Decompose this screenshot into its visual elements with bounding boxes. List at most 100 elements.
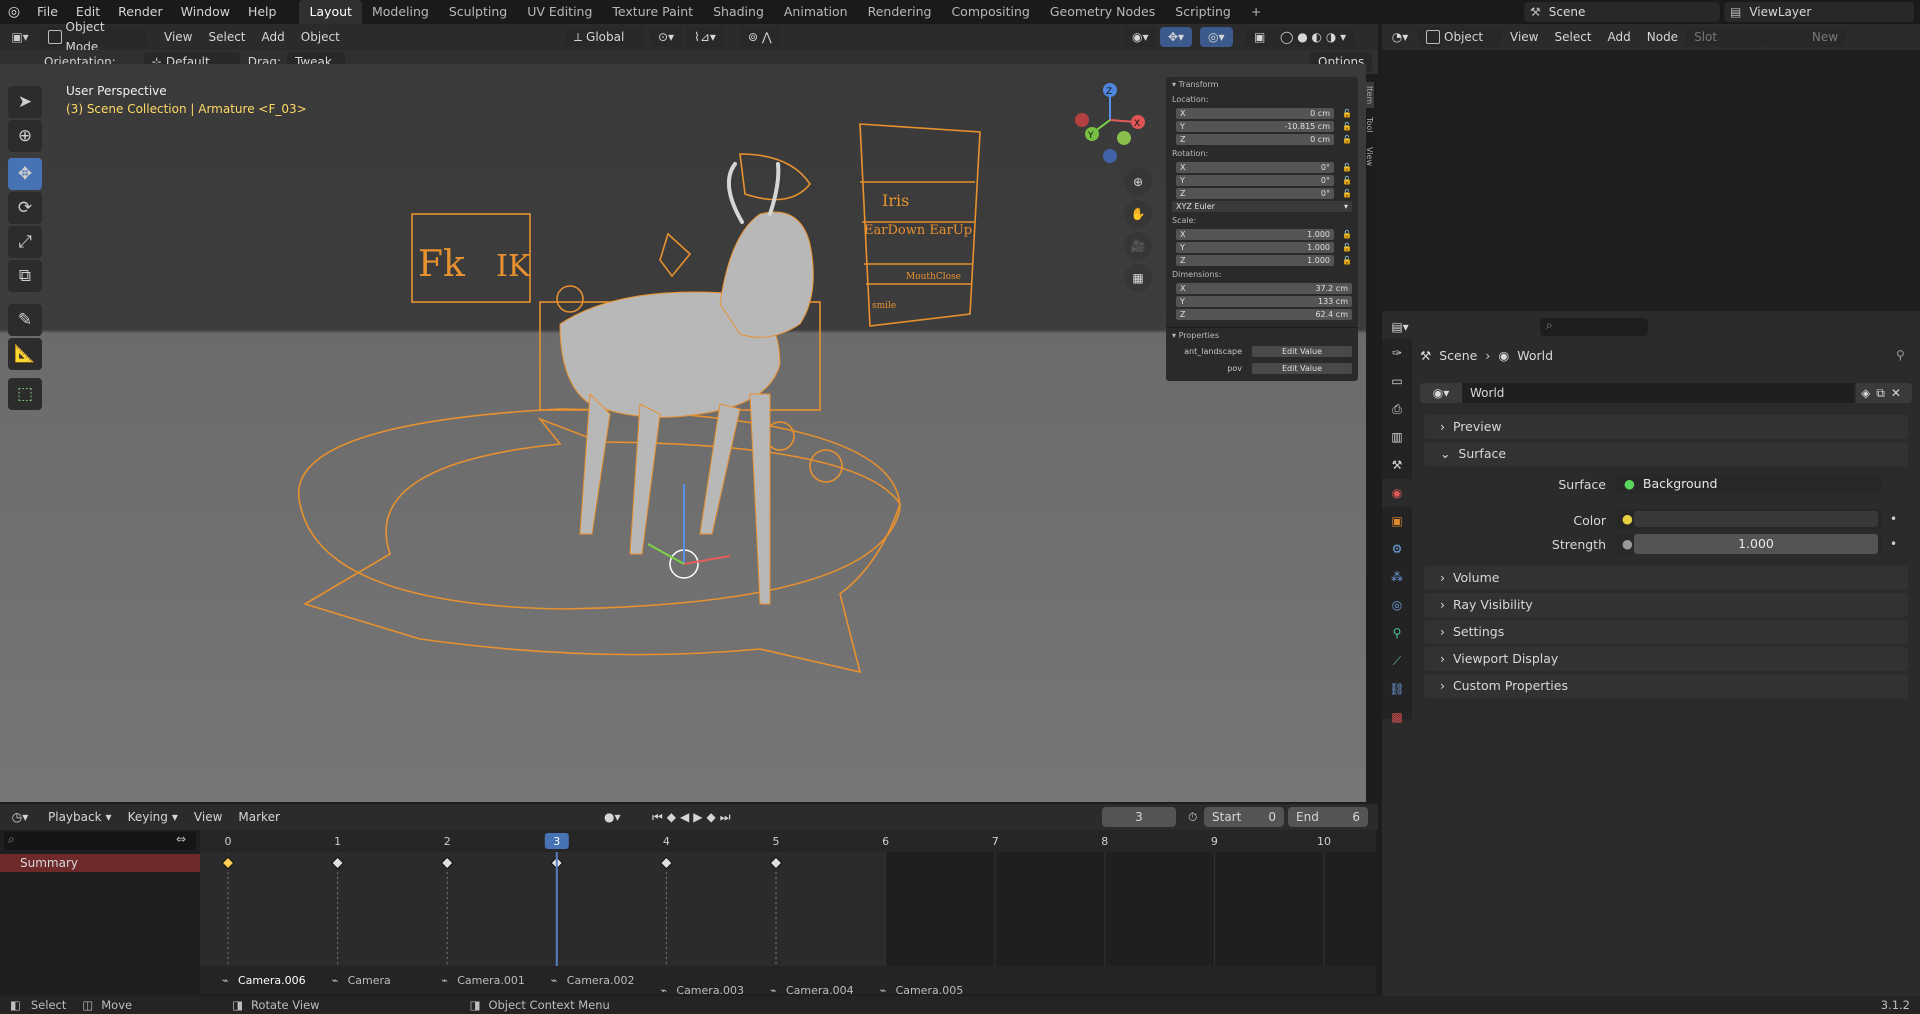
menu-file[interactable]: File [28,0,67,24]
menu-view[interactable]: View [156,27,200,47]
camera-marker-icon[interactable]: ⌁ [332,974,339,987]
lock-icon[interactable]: 🔓 [1334,163,1352,172]
color-field[interactable]: ● [1616,509,1882,529]
menu-add[interactable]: Add [254,27,293,47]
surface-shader-dropdown[interactable]: ● Background [1616,474,1882,494]
edit-value-button[interactable]: Edit Value [1252,363,1352,374]
rotation-y-field[interactable]: Y 0° [1176,175,1334,186]
view-layer-selector[interactable]: ▤ ViewLayer [1724,2,1914,22]
current-frame-field[interactable]: 3 [1102,807,1176,827]
world-name-field[interactable]: World [1462,383,1854,403]
menu-object[interactable]: Object [293,27,348,47]
overlay-toggle[interactable]: ◎▾ [1200,27,1233,47]
camera-marker-icon[interactable]: ⌁ [441,974,448,987]
edit-value-button[interactable]: Edit Value [1252,346,1352,357]
menu-marker[interactable]: Marker [230,807,287,827]
location-y-field[interactable]: Y -10.815 cm [1176,121,1334,132]
world-actions[interactable]: ◈⧉✕ [1856,383,1912,403]
rotation-x-field[interactable]: X 0° [1176,162,1334,173]
rotation-mode-dropdown[interactable]: XYZ Euler ▾ [1172,201,1352,212]
lock-icon[interactable]: 🔓 [1334,256,1352,265]
dimensions-z-field[interactable]: Z 62.4 cm [1176,309,1352,320]
camera-marker-label[interactable]: Camera.002 [567,974,635,987]
node-editor[interactable] [1382,24,1920,307]
tab-uv-editing[interactable]: UV Editing [517,0,602,24]
tab-rendering[interactable]: Rendering [858,0,942,24]
camera-marker-label[interactable]: Camera.006 [238,974,306,987]
lock-icon[interactable]: 🔓 [1334,135,1352,144]
slot-dropdown[interactable]: Slot [1686,27,1763,47]
dimensions-x-field[interactable]: X 37.2 cm [1176,283,1352,294]
camera-marker-icon[interactable]: ⌁ [222,974,229,987]
preview-range-icon[interactable]: ⏱ [1180,807,1205,827]
camera-marker-icon[interactable]: ⌁ [770,984,777,994]
camera-marker-label[interactable]: Camera.001 [457,974,525,987]
location-x-field[interactable]: X 0 cm [1176,108,1334,119]
tab-texture-paint[interactable]: Texture Paint [602,0,703,24]
camera-marker-label[interactable]: Camera [348,974,391,987]
camera-marker-icon[interactable]: ⌁ [660,984,667,994]
pan-hand-icon[interactable]: ✋ [1124,200,1152,228]
tab-geometry-nodes[interactable]: Geometry Nodes [1040,0,1165,24]
view-layer-tab-icon[interactable]: ▥ [1382,423,1412,451]
lock-icon[interactable]: 🔓 [1334,109,1352,118]
perspective-grid-icon[interactable]: ▦ [1124,264,1152,292]
start-frame-field[interactable]: Start 0 [1204,807,1284,827]
new-material-button[interactable]: New [1762,27,1847,47]
menu-window[interactable]: Window [172,0,239,24]
menu-select[interactable]: Select [1546,27,1599,47]
gizmo-toggle[interactable]: ✥▾ [1160,27,1193,47]
swap-arrows-icon[interactable]: ⇔ [176,832,196,850]
dimensions-y-field[interactable]: Y 133 cm [1176,296,1352,307]
panel-volume[interactable]: › Volume [1424,566,1908,590]
lock-icon[interactable]: 🔓 [1334,243,1352,252]
panel-ray-visibility[interactable]: › Ray Visibility [1424,593,1908,617]
lock-icon[interactable]: 🔓 [1334,230,1352,239]
tab-sculpting[interactable]: Sculpting [439,0,517,24]
tab-modeling[interactable]: Modeling [362,0,439,24]
shading-buttons[interactable]: ◯ ● ◐ ◑ ▾ [1272,27,1355,47]
menu-help[interactable]: Help [239,0,286,24]
camera-marker-icon[interactable]: ⌁ [880,984,887,994]
auto-keying-toggle[interactable]: ●▾ [596,807,629,827]
scene-tab-icon[interactable]: ⚒ [1382,451,1412,479]
panel-settings[interactable]: › Settings [1424,620,1908,644]
rotation-z-field[interactable]: Z 0° [1176,188,1334,199]
node-type-dropdown[interactable]: Object [1418,27,1502,47]
mode-selector[interactable]: Object Mode [40,20,146,54]
constraint-tab-icon[interactable]: ⛓ [1382,675,1412,703]
menu-playback[interactable]: Playback ▾ [40,807,120,827]
tab-compositing[interactable]: Compositing [941,0,1039,24]
world-tab-icon[interactable]: ◉ [1382,479,1412,507]
timeline-editor-icon[interactable]: ◷▾ [0,810,40,824]
zoom-icon[interactable]: ⊕ [1124,168,1152,196]
bone-tab-icon[interactable]: ⟋ [1382,647,1412,675]
end-frame-field[interactable]: End 6 [1288,807,1368,827]
keyframe-dot-icon[interactable]: • [1890,512,1897,526]
properties-editor-icon[interactable]: ▤▾ [1382,320,1418,334]
properties-panel-title[interactable]: ▾ Properties [1166,327,1358,343]
pin-icon[interactable]: ⚲ [1896,348,1905,362]
frame-ruler[interactable] [200,830,1376,852]
menu-keying[interactable]: Keying ▾ [120,807,186,827]
playback-controls[interactable]: ⏮◆◀▶◆⏭ [644,807,743,827]
camera-marker-label[interactable]: Camera.005 [896,984,964,994]
properties-search-input[interactable]: ⌕ [1540,318,1648,336]
tab-layout[interactable]: Layout [299,0,362,24]
tab-item[interactable]: Item [1365,82,1374,109]
snap-toggle[interactable]: ⌇⊿▾ [686,27,724,47]
menu-view[interactable]: View [1502,27,1546,47]
menu-node[interactable]: Node [1639,27,1686,47]
3d-viewport[interactable]: User Perspective (3) Scene Collection | … [0,64,1366,802]
panel-viewport-display[interactable]: › Viewport Display [1424,647,1908,671]
panel-custom-properties[interactable]: › Custom Properties [1424,674,1908,698]
world-browse-button[interactable]: ◉▾ [1420,383,1462,403]
tab-animation[interactable]: Animation [774,0,858,24]
keyframe-dot-icon[interactable]: • [1890,537,1897,551]
menu-add[interactable]: Add [1600,27,1639,47]
camera-marker-label[interactable]: Camera.003 [676,984,744,994]
camera-marker-icon[interactable]: ⌁ [551,974,558,987]
timeline-search-input[interactable]: ⌕ [4,832,196,850]
scale-z-field[interactable]: Z 1.000 [1176,255,1334,266]
physics-tab-icon[interactable]: ◎ [1382,591,1412,619]
